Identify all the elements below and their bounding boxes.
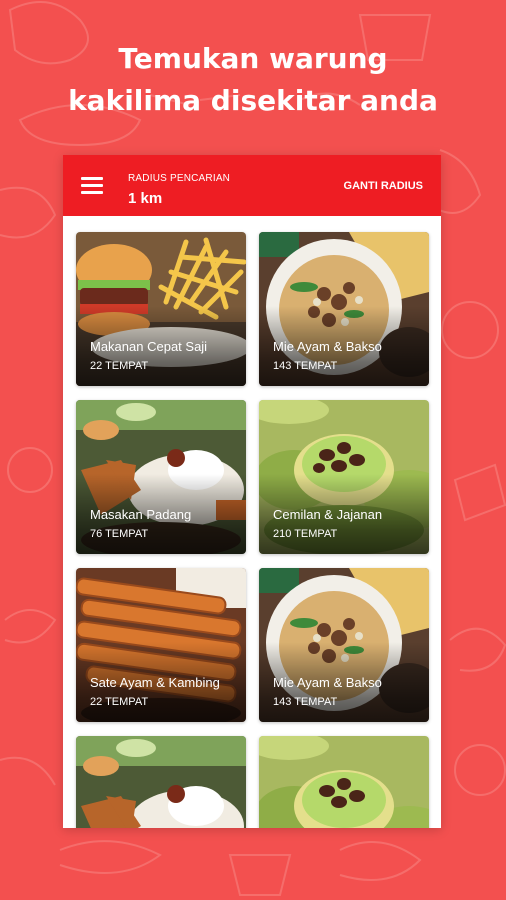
category-name: Masakan Padang [90,507,192,522]
category-card-partial-left[interactable] [76,736,246,828]
category-name: Cemilan & Jajanan [273,507,383,522]
category-card-mie-ayam[interactable]: Mie Ayam & Bakso 143 TEMPAT [259,232,429,386]
category-card-mie-ayam-2[interactable]: Mie Ayam & Bakso 143 TEMPAT [259,568,429,722]
category-card-partial-right[interactable] [259,736,429,828]
category-card-sate[interactable]: Sate Ayam & Kambing 22 TEMPAT [76,568,246,722]
category-card-cemilan[interactable]: Cemilan & Jajanan 210 TEMPAT [259,400,429,554]
hamburger-menu-icon[interactable] [81,177,103,194]
category-count: 76 TEMPAT [90,528,149,540]
app-screen: RADIUS PENCARIAN 1 km GANTI RADIUS Makan… [63,155,441,828]
app-bar: RADIUS PENCARIAN 1 km GANTI RADIUS [63,155,441,216]
headline-line-2: kakilima disekitar anda [68,84,438,117]
headline-line-1: Temukan warung [118,42,388,75]
category-name: Mie Ayam & Bakso [273,339,382,354]
cemilan-photo [259,736,429,828]
category-grid: Makanan Cepat Saji 22 TEMPAT Mie Ayam & … [63,216,441,828]
masakan-padang-photo [76,736,246,828]
category-count: 210 TEMPAT [273,528,338,540]
category-card-fast-food[interactable]: Makanan Cepat Saji 22 TEMPAT [76,232,246,386]
category-card-masakan-padang[interactable]: Masakan Padang 76 TEMPAT [76,400,246,554]
category-count: 22 TEMPAT [90,696,149,708]
category-count: 143 TEMPAT [273,696,338,708]
category-count: 143 TEMPAT [273,360,338,372]
change-radius-button[interactable]: GANTI RADIUS [344,180,423,192]
category-count: 22 TEMPAT [90,360,149,372]
radius-label: RADIUS PENCARIAN [128,173,231,184]
category-name: Mie Ayam & Bakso [273,675,382,690]
category-name: Sate Ayam & Kambing [90,675,220,690]
category-name: Makanan Cepat Saji [90,339,208,354]
radius-value: 1 km [128,190,163,207]
headline: Temukan warung kakilima disekitar anda [0,38,506,122]
